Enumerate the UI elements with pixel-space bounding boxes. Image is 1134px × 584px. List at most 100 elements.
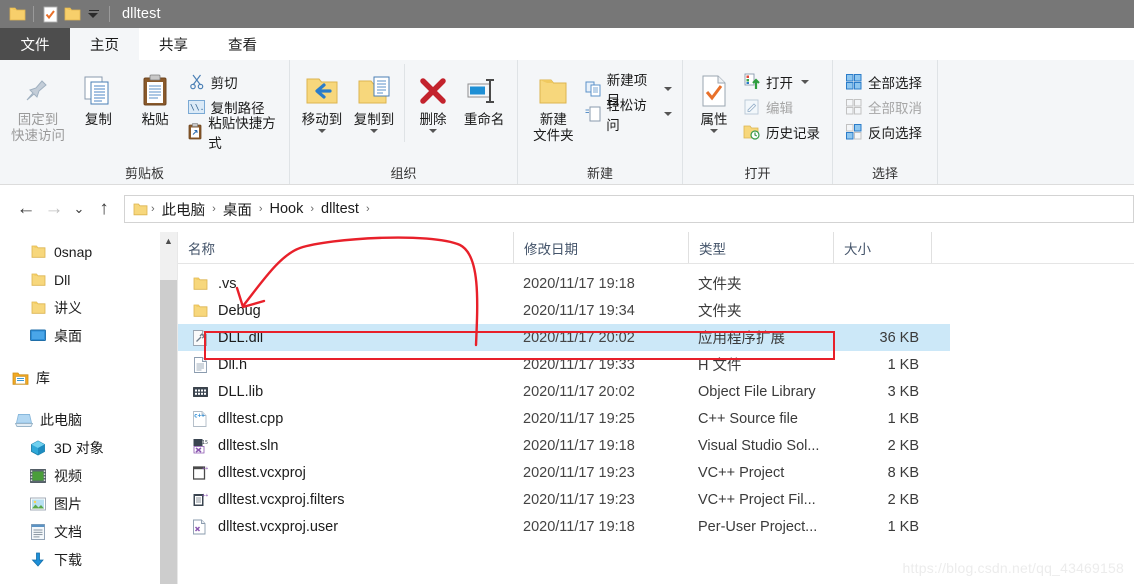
table-row-selected[interactable]: DLL.dll 2020/11/17 20:02 应用程序扩展 36 KB <box>178 324 950 351</box>
breadcrumb[interactable]: › 此电脑 › 桌面 › Hook › dlltest › <box>124 195 1134 223</box>
sidebar-label: 图片 <box>54 496 82 512</box>
file-date-cell: 2020/11/17 19:23 <box>523 464 635 481</box>
copy-label: 复制 <box>84 112 112 127</box>
breadcrumb-item-hook[interactable]: Hook <box>266 201 308 217</box>
sidebar-item-documents[interactable]: 文档 <box>0 518 160 546</box>
file-name-cell: .vs <box>178 274 513 294</box>
tab-home[interactable]: 主页 <box>70 28 139 60</box>
file-explorer-window: dlltest 文件 主页 共享 查看 固定到 快速访问 复制 粘贴 剪切 \\… <box>0 0 1134 584</box>
breadcrumb-sep-1: › <box>212 203 216 215</box>
sidebar-item-videos[interactable]: 视频 <box>0 462 160 490</box>
select-all-button[interactable]: 全部选择 <box>841 69 926 94</box>
breadcrumb-sep-2: › <box>258 203 263 215</box>
svg-text:\\..: \\.. <box>190 103 205 112</box>
paste-button[interactable]: 粘贴 <box>127 64 184 128</box>
sidebar-label: 3D 对象 <box>54 440 104 456</box>
breadcrumb-item-dlltest[interactable]: dlltest <box>317 201 363 217</box>
title-bar-divider-2 <box>109 6 110 22</box>
table-row[interactable]: c++ dlltest.cpp 2020/11/17 19:25 C++ Sou… <box>178 405 1134 432</box>
breadcrumb-item-desktop[interactable]: 桌面 <box>219 199 256 220</box>
file-type-cell: 文件夹 <box>698 304 742 320</box>
title-bar: dlltest <box>0 0 1134 28</box>
table-row[interactable]: dlltest.vcxproj.user 2020/11/17 19:18 Pe… <box>178 513 1134 540</box>
sidebar-item-0snap[interactable]: 0snap <box>0 238 160 266</box>
sidebar-item-jiangyi[interactable]: 讲义 <box>0 294 160 322</box>
new-folder-button[interactable]: 新建 文件夹 <box>526 64 581 144</box>
file-name-cell: ++ dlltest.vcxproj <box>178 463 513 483</box>
file-name-cell: 15 dlltest.sln <box>178 436 513 456</box>
folder-icon <box>190 301 210 321</box>
ribbon-group-label-clipboard: 剪贴板 <box>124 166 164 181</box>
column-header-size[interactable]: 大小 <box>833 232 931 263</box>
column-header-date-modified[interactable]: 修改日期 <box>513 232 688 263</box>
sidebar-item-3d-objects[interactable]: 3D 对象 <box>0 434 160 462</box>
select-none-button[interactable]: 全部取消 <box>841 94 926 119</box>
organize-inner-divider <box>403 64 405 142</box>
quick-access-folder-icon[interactable] <box>6 3 28 25</box>
sidebar-item-desktop[interactable]: 桌面 <box>0 322 160 350</box>
table-row[interactable]: DLL.lib 2020/11/17 20:02 Object File Lib… <box>178 378 1134 405</box>
open-button[interactable]: 打开 <box>739 69 824 94</box>
copy-button[interactable]: 复制 <box>70 64 127 128</box>
sidebar-item-this-pc[interactable]: 此电脑 <box>0 406 160 434</box>
table-row[interactable]: 15 dlltest.sln 2020/11/17 19:18 Visual S… <box>178 432 1134 459</box>
back-button[interactable]: ← <box>12 195 40 223</box>
sidebar-item-libraries[interactable]: 库 <box>0 364 160 392</box>
history-button[interactable]: 历史记录 <box>739 119 824 144</box>
file-size-cell: 8 KB <box>887 464 919 481</box>
header-file-icon <box>190 355 210 375</box>
sidebar-item-dll[interactable]: Dll <box>0 266 160 294</box>
dll-file-icon <box>190 328 210 348</box>
properties-label: 属性 <box>700 112 728 127</box>
file-type-cell: Object File Library <box>698 383 816 400</box>
file-date-cell: 2020/11/17 20:02 <box>523 329 635 346</box>
svg-text:++: ++ <box>202 493 208 499</box>
breadcrumb-root-folder-icon[interactable] <box>133 203 148 216</box>
documents-icon <box>28 523 48 541</box>
ribbon-group-label-new: 新建 <box>586 166 613 181</box>
file-type-cell: 文件夹 <box>698 277 742 293</box>
tab-share[interactable]: 共享 <box>139 28 208 60</box>
move-to-button[interactable]: 移动到 <box>296 64 348 133</box>
quick-access-new-folder-icon[interactable] <box>61 3 83 25</box>
breadcrumb-item-this-pc[interactable]: 此电脑 <box>158 199 210 220</box>
easy-access-button[interactable]: 轻松访问 <box>581 98 676 133</box>
quick-access-properties-icon[interactable] <box>39 3 61 25</box>
customize-quick-access-toolbar-button[interactable] <box>88 9 100 19</box>
pin-to-quick-access-button[interactable]: 固定到 快速访问 <box>6 64 70 144</box>
scrollbar-thumb[interactable] <box>160 280 177 584</box>
cut-button[interactable]: 剪切 <box>184 69 283 94</box>
up-button[interactable]: ↑ <box>90 195 118 223</box>
tab-file[interactable]: 文件 <box>0 28 70 60</box>
table-row[interactable]: Dll.h 2020/11/17 19:33 H 文件 1 KB <box>178 351 1134 378</box>
sidebar-item-downloads[interactable]: 下载 <box>0 546 160 574</box>
sidebar-item-pictures[interactable]: 图片 <box>0 490 160 518</box>
scroll-up-arrow-icon[interactable]: ▲ <box>160 232 177 249</box>
forward-button[interactable]: → <box>40 195 68 223</box>
select-none-label: 全部取消 <box>868 100 922 116</box>
edit-button[interactable]: 编辑 <box>739 94 824 119</box>
library-icon <box>10 369 30 387</box>
move-to-label: 移动到 <box>301 112 343 127</box>
table-row[interactable]: ++ dlltest.vcxproj.filters 2020/11/17 19… <box>178 486 1134 513</box>
column-header-name[interactable]: 名称 <box>178 232 513 263</box>
copy-to-button[interactable]: 复制到 <box>348 64 400 133</box>
paste-shortcut-button[interactable]: 粘贴快捷方式 <box>184 116 283 151</box>
file-type-cell: C++ Source file <box>698 410 798 427</box>
table-row[interactable]: ++ dlltest.vcxproj 2020/11/17 19:23 VC++… <box>178 459 1134 486</box>
column-header-type[interactable]: 类型 <box>688 232 833 263</box>
copy-path-icon: \\.. <box>188 98 206 116</box>
table-row[interactable]: Debug 2020/11/17 19:34 文件夹 <box>178 297 1134 324</box>
table-row[interactable]: .vs 2020/11/17 19:18 文件夹 <box>178 270 1134 297</box>
copy-to-caret-icon <box>369 129 378 133</box>
navigation-pane-scrollbar[interactable]: ▲ <box>160 232 177 584</box>
file-date-cell: 2020/11/17 19:34 <box>523 302 635 319</box>
properties-button[interactable]: 属性 <box>689 64 739 133</box>
file-name-cell: ++ dlltest.vcxproj.filters <box>178 490 513 510</box>
tab-view[interactable]: 查看 <box>208 28 277 60</box>
open-small-commands: 打开 编辑 历史记录 <box>739 64 824 144</box>
rename-button[interactable]: 重命名 <box>457 64 511 128</box>
delete-button[interactable]: 删除 <box>409 64 457 133</box>
recent-locations-button[interactable]: ⌄ <box>68 195 90 223</box>
invert-selection-button[interactable]: 反向选择 <box>841 119 926 144</box>
